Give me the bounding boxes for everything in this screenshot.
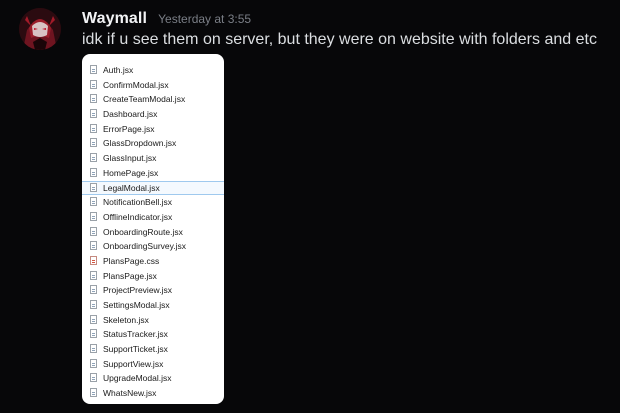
image-attachment[interactable]: Auth.jsx ConfirmModal.jsx CreateTeamModal.… — [82, 54, 224, 404]
file-icon — [90, 285, 97, 295]
file-list-item: PlansPage.css — [82, 254, 224, 269]
file-name: NotificationBell.jsx — [103, 197, 172, 208]
file-icon — [90, 270, 97, 280]
file-name: HomePage.jsx — [103, 167, 159, 178]
file-list-item: GlassInput.jsx — [82, 151, 224, 166]
file-name: PlansPage.jsx — [103, 270, 157, 281]
chat-message: Waymall Yesterday at 3:55 idk if u see t… — [0, 0, 620, 413]
file-name: LegalModal.jsx — [103, 182, 160, 193]
file-icon — [90, 329, 97, 339]
avatar-image — [19, 8, 61, 50]
message-text: idk if u see them on server, but they we… — [82, 31, 597, 48]
file-icon — [90, 65, 97, 74]
username[interactable]: Waymall — [82, 10, 147, 27]
file-icon — [90, 138, 97, 148]
file-icon — [90, 226, 97, 236]
file-list-item: UpgradeModal.jsx — [82, 371, 224, 386]
file-icon — [90, 314, 97, 324]
file-list-item: CreateTeamModal.jsx — [82, 92, 224, 107]
file-list-item: OfflineIndicator.jsx — [82, 210, 224, 225]
file-name: OnboardingSurvey.jsx — [103, 241, 186, 252]
file-name: SupportTicket.jsx — [103, 344, 168, 355]
file-list-item: WhatsNew.jsx — [82, 386, 224, 401]
message-header: Waymall Yesterday at 3:55 — [82, 8, 251, 28]
file-icon — [90, 211, 97, 221]
file-list-item: SupportTicket.jsx — [82, 342, 224, 357]
file-icon — [90, 79, 97, 89]
file-name: Dashboard.jsx — [103, 109, 158, 120]
file-list-item: PlansPage.jsx — [82, 269, 224, 284]
file-list-item: ConfirmModal.jsx — [82, 78, 224, 93]
file-icon — [90, 123, 97, 133]
file-list-item: GlassDropdown.jsx — [82, 136, 224, 151]
file-name: WhatsNew.jsx — [103, 388, 157, 399]
file-icon — [90, 182, 97, 192]
file-name: SettingsModal.jsx — [103, 300, 170, 311]
file-icon — [90, 344, 97, 354]
file-icon — [90, 358, 97, 368]
file-name: GlassDropdown.jsx — [103, 138, 177, 149]
file-list-item: OnboardingSurvey.jsx — [82, 239, 224, 254]
file-icon — [90, 197, 97, 207]
file-list-item: OnboardingRoute.jsx — [82, 225, 224, 240]
file-icon — [90, 300, 97, 309]
file-list-item: LegalModal.jsx — [82, 180, 224, 196]
file-list-item: ErrorPage.jsx — [82, 122, 224, 137]
file-list-item: HomePage.jsx — [82, 166, 224, 181]
file-name: OnboardingRoute.jsx — [103, 226, 183, 237]
file-list-item: NotificationBell.jsx — [82, 195, 224, 210]
file-name: PlansPage.css — [103, 256, 160, 267]
file-icon — [90, 153, 97, 163]
file-icon — [90, 109, 97, 119]
file-name: GlassInput.jsx — [103, 153, 157, 164]
css-file-icon — [90, 255, 97, 265]
file-list-item: Dashboard.jsx — [82, 107, 224, 122]
file-name: StatusTracker.jsx — [103, 329, 168, 340]
file-list-item: Auth.jsx — [82, 63, 224, 78]
file-icon — [90, 94, 97, 104]
user-avatar[interactable] — [19, 8, 61, 50]
file-name: SupportView.jsx — [103, 358, 164, 369]
file-list-item: SettingsModal.jsx — [82, 298, 224, 313]
file-list: Auth.jsx ConfirmModal.jsx CreateTeamModal.… — [82, 63, 224, 401]
file-list-item: ProjectPreview.jsx — [82, 283, 224, 298]
file-list-item: StatusTracker.jsx — [82, 327, 224, 342]
file-name: UpgradeModal.jsx — [103, 373, 172, 384]
file-icon — [90, 241, 97, 251]
message-timestamp: Yesterday at 3:55 — [158, 12, 252, 26]
file-name: ProjectPreview.jsx — [103, 285, 172, 296]
file-name: ErrorPage.jsx — [103, 123, 155, 134]
file-list-item: Skeleton.jsx — [82, 313, 224, 328]
file-icon — [90, 167, 97, 177]
file-name: Auth.jsx — [103, 65, 134, 76]
file-name: OfflineIndicator.jsx — [103, 212, 173, 223]
file-name: ConfirmModal.jsx — [103, 79, 169, 90]
file-icon — [90, 373, 97, 383]
file-name: CreateTeamModal.jsx — [103, 94, 186, 105]
file-icon — [90, 388, 97, 398]
file-list-item: SupportView.jsx — [82, 357, 224, 372]
file-name: Skeleton.jsx — [103, 314, 149, 325]
